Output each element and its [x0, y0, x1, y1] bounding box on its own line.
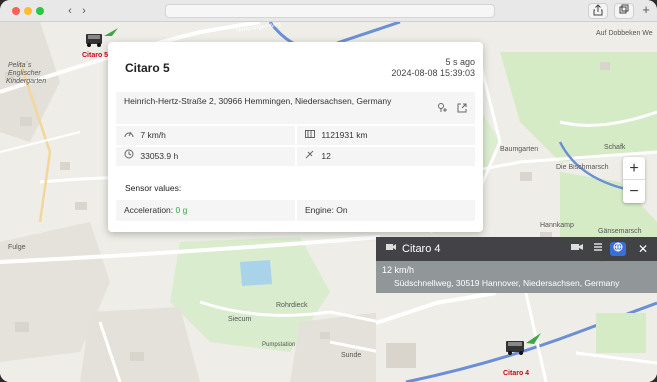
engine-value: On	[336, 205, 348, 215]
map-label-pumpstation: Pumpstation	[262, 342, 296, 348]
camera-icon	[384, 242, 398, 256]
stream-info-bar: 12 km/h Südschnellweg, 30519 Hannover, N…	[376, 261, 657, 293]
last-seen: 5 s ago	[445, 57, 475, 67]
back-button[interactable]: ‹	[64, 5, 76, 17]
map-label-bischmarsch: Die Bischmarsch	[556, 164, 609, 171]
vehicle-label-citaro-4: Citaro 4	[503, 370, 530, 377]
clock-icon	[124, 147, 138, 166]
engine-label: Engine:	[305, 205, 334, 215]
sensor-values-header: Sensor values:	[125, 183, 182, 193]
speedometer-icon	[124, 126, 138, 145]
video-icon[interactable]	[568, 242, 586, 256]
speed-value: 7 km/h	[140, 130, 166, 140]
zoom-in-button[interactable]: +	[623, 157, 645, 180]
map-label-rohrdieck: Rohrdieck	[276, 302, 308, 309]
map-label-fulge: Fulge	[8, 244, 26, 251]
acceleration-value: 0 g	[175, 205, 188, 215]
map-label-auf-dobbeken: Auf Dobbeken We	[596, 30, 653, 37]
vehicle-info-popup: Citaro 5 5 s ago 2024-08-08 15:39:03 Hei…	[108, 42, 483, 232]
acceleration-cell: Acceleration: 0 g	[116, 200, 295, 221]
address-actions	[437, 102, 467, 116]
speed-cell: 7 km/h	[116, 126, 295, 145]
zoom-out-button[interactable]: −	[623, 180, 645, 203]
forward-button[interactable]: ›	[78, 5, 90, 17]
acceleration-label: Acceleration:	[124, 205, 174, 215]
map-label-kindergarten: Kindergarten	[6, 78, 47, 85]
map-label-hannkamp: Hannkamp	[540, 222, 574, 229]
stream-address: Südschnellweg, 30519 Hannover, Niedersac…	[394, 278, 620, 288]
maximize-window-button[interactable]	[36, 7, 44, 15]
close-window-button[interactable]	[12, 7, 20, 15]
globe-icon[interactable]	[610, 242, 626, 256]
engine-hours-cell: 33053.9 h	[116, 147, 295, 166]
map-label-pelita: Pelita´s	[8, 62, 32, 69]
tabs-icon[interactable]	[614, 3, 634, 19]
popup-title: Citaro 5	[125, 61, 170, 75]
engine-hours-value: 33053.9 h	[140, 151, 179, 161]
satellite-icon	[305, 147, 319, 166]
stream-panel-header: Citaro 4 ✕	[376, 237, 657, 261]
vehicle-stream-panel: Citaro 4 ✕ 12 km/h Südschnellweg, 30519 …	[376, 237, 657, 382]
stream-speed: 12 km/h	[382, 265, 415, 275]
minimize-window-button[interactable]	[24, 7, 32, 15]
map-label-sunde: Sunde	[341, 352, 362, 359]
new-tab-button[interactable]: +	[640, 3, 652, 16]
map-label-baumgarten: Baumgarten	[500, 146, 539, 153]
street-view-icon[interactable]	[437, 103, 451, 116]
share-icon[interactable]	[588, 3, 608, 19]
odometer-value: 1121931 km	[321, 130, 368, 140]
satellites-cell: 12	[297, 147, 475, 166]
close-icon[interactable]: ✕	[636, 242, 650, 256]
odometer-icon	[305, 126, 319, 145]
map-label-schafkamp: Schafk	[604, 144, 626, 151]
timestamp: 2024-08-08 15:39:03	[391, 68, 475, 78]
address-bar[interactable]	[165, 4, 495, 18]
engine-cell: Engine: On	[297, 200, 475, 221]
address-text: Heinrich-Hertz-Straße 2, 30966 Hemmingen…	[124, 96, 392, 106]
stream-panel-title: Citaro 4	[402, 243, 441, 255]
vehicle-label-citaro-5: Citaro 5	[82, 52, 109, 59]
map-label-siecum: Siecum	[228, 316, 252, 323]
stream-map-canvas	[376, 293, 657, 382]
browser-window: ‹ › + Pelita´s Englischer Kindergarten B…	[0, 0, 657, 382]
map-label-gansemarsch: Gänsemarsch	[598, 228, 642, 235]
satellites-value: 12	[321, 151, 331, 161]
browser-title-bar: ‹ › +	[0, 0, 657, 22]
open-external-icon[interactable]	[457, 103, 467, 116]
list-icon[interactable]	[590, 242, 606, 256]
odometer-cell: 1121931 km	[297, 126, 475, 145]
zoom-control: + −	[623, 157, 645, 203]
address-row: Heinrich-Hertz-Straße 2, 30966 Hemmingen…	[116, 92, 475, 124]
map-label-englischer: Englischer	[8, 70, 41, 77]
